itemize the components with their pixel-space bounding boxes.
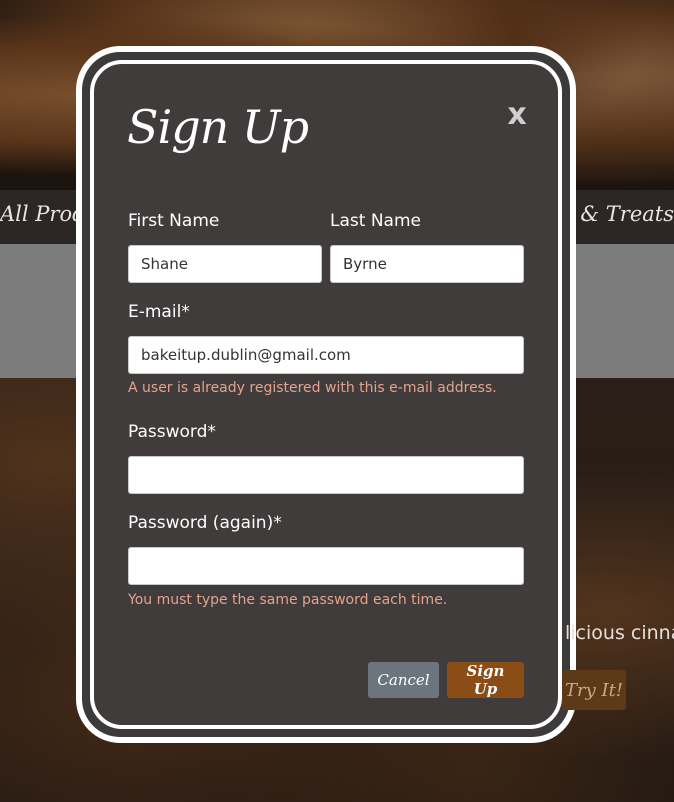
first-name-label: First Name — [128, 211, 220, 231]
featured-caption: licious cinna — [565, 622, 674, 644]
email-error: A user is already registered with this e… — [128, 380, 497, 396]
email-input[interactable] — [128, 336, 524, 374]
email-label: E-mail* — [128, 302, 190, 322]
password-error: You must type the same password each tim… — [128, 592, 448, 608]
last-name-input[interactable] — [330, 245, 524, 283]
password-again-input[interactable] — [128, 547, 524, 585]
last-name-label: Last Name — [330, 211, 421, 231]
modal-title: Sign Up — [127, 100, 309, 154]
first-name-input[interactable] — [128, 245, 322, 283]
password-again-label: Password (again)* — [128, 513, 282, 533]
close-icon[interactable]: x — [506, 100, 528, 130]
signup-submit-button[interactable]: Sign Up — [447, 662, 524, 698]
password-input[interactable] — [128, 456, 524, 494]
cancel-button[interactable]: Cancel — [368, 662, 439, 698]
password-label: Password* — [128, 422, 216, 442]
try-it-button[interactable]: Try It! — [562, 670, 626, 710]
